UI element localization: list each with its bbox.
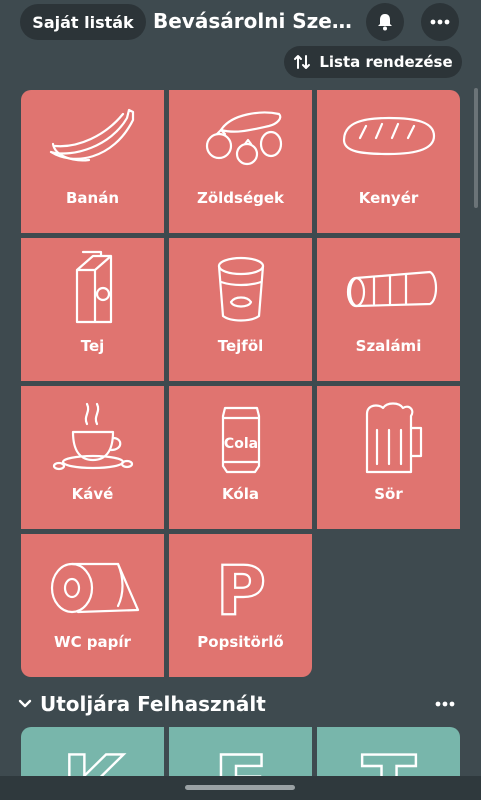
item-label: Kávé: [71, 485, 114, 503]
item-tile-banan[interactable]: Banán: [21, 90, 164, 233]
item-label: Zöldségek: [196, 189, 285, 207]
recent-section-title: Utoljára Felhasznált: [40, 692, 266, 716]
sort-list-button[interactable]: Lista rendezése: [284, 46, 462, 78]
item-tile-kenyer[interactable]: Kenyér: [317, 90, 460, 233]
item-tile-kola[interactable]: Cola Kóla: [169, 386, 312, 529]
sort-label: Lista rendezése: [319, 53, 453, 71]
item-tile-kave[interactable]: Kávé: [21, 386, 164, 529]
item-label: Sör: [374, 485, 403, 503]
more-dots-icon: [430, 19, 450, 25]
bread-icon: [342, 116, 435, 156]
item-label: Banán: [65, 189, 120, 207]
notification-button[interactable]: [366, 3, 404, 41]
home-indicator[interactable]: [185, 785, 295, 790]
banana-icon: [49, 108, 134, 162]
chevron-down-icon: [18, 699, 32, 708]
item-label: Tejföl: [217, 337, 264, 355]
toilet-paper-icon: [50, 562, 139, 614]
top-bar: Saját listák Bevásárolni Szere...: [0, 0, 481, 46]
item-tile-tejfol[interactable]: Tejföl: [169, 238, 312, 381]
item-label: Szalámi: [355, 337, 422, 355]
item-tile-szalami[interactable]: Szalámi: [317, 238, 460, 381]
milk-carton-icon: [75, 250, 112, 324]
recent-section-header[interactable]: Utoljára Felhasznált: [18, 690, 463, 718]
bell-icon: [378, 14, 392, 31]
item-tile-popsitorlo[interactable]: P Popsitörlő: [169, 534, 312, 677]
item-label: WC papír: [54, 633, 131, 651]
sort-arrows-icon: [294, 55, 311, 69]
item-label: Popsitörlő: [197, 633, 284, 651]
popsi-letter: P: [216, 552, 266, 624]
beer-mug-icon: [365, 402, 422, 474]
more-options-button[interactable]: [421, 3, 459, 41]
back-to-lists-button[interactable]: Saját listák: [20, 4, 146, 40]
item-label: Kóla: [222, 485, 259, 503]
scrollbar[interactable]: [474, 88, 478, 208]
salami-icon: [346, 270, 437, 308]
cola-can-text: Cola: [223, 436, 257, 452]
item-tile-sor[interactable]: Sör: [317, 386, 460, 529]
shopping-items-grid: Banán Zöldségek Kenyér Tej Tejföl Szalám…: [18, 88, 463, 677]
item-tile-tej[interactable]: Tej: [21, 238, 164, 381]
cola-can-icon: Cola: [221, 406, 260, 474]
page-title: Bevásárolni Szere...: [153, 9, 358, 33]
item-label: Kenyér: [358, 189, 419, 207]
vegetables-icon: [205, 111, 282, 166]
letter-p-icon: P: [214, 551, 266, 624]
item-label: Tej: [80, 337, 105, 355]
item-tile-zoldsegek[interactable]: Zöldségek: [169, 90, 312, 233]
item-tile-wc-papir[interactable]: WC papír: [21, 534, 164, 677]
sour-cream-icon: [217, 256, 264, 322]
coffee-cup-icon: [52, 402, 133, 471]
section-more-icon[interactable]: [435, 701, 455, 707]
